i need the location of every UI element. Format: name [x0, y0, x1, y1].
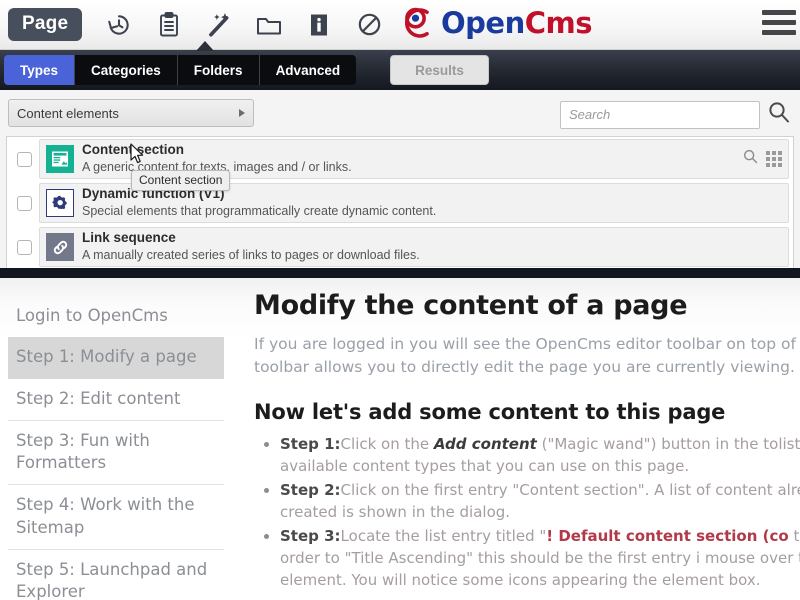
step-1-text-a: Click on the	[341, 435, 434, 453]
row-checkbox[interactable]	[17, 240, 32, 255]
intro-line-1: If you are logged in you will see the Op…	[254, 335, 796, 353]
list-item-description: A manually created series of links to pa…	[82, 247, 420, 263]
publish-toggle-icon[interactable]	[344, 3, 394, 47]
step-2-label: Step 2:	[280, 481, 341, 499]
page-content: Login to OpenCms Step 1: Modify a page S…	[0, 278, 800, 600]
list-item-title: Content section	[82, 142, 352, 159]
section-subheading: Now let's add some content to this page	[254, 400, 800, 424]
list-item-actions	[742, 148, 782, 170]
step-2-text-a: Click on the first entry "Content sectio…	[341, 481, 773, 499]
sidebar-nav: Login to OpenCms Step 1: Modify a page S…	[0, 278, 232, 600]
tab-types[interactable]: Types	[4, 55, 75, 85]
steps-list: Step 1:Click on the Add content ("Magic …	[280, 433, 800, 591]
tooltip: Content section	[131, 170, 230, 191]
list-item-title: Link sequence	[82, 230, 420, 247]
step-3-text-a: Locate the list entry titled "	[341, 527, 547, 545]
editor-toolbar: Page	[0, 0, 800, 50]
row-checkbox[interactable]	[17, 196, 32, 211]
dialog-pointer-caret	[196, 41, 214, 51]
row-checkbox-wrap	[9, 139, 39, 179]
search-icon[interactable]	[766, 99, 792, 130]
page-title: Modify the content of a page	[254, 290, 800, 321]
burger-bar-1	[762, 10, 796, 15]
content-type-list: Content section A generic content for te…	[6, 136, 794, 272]
hamburger-menu-icon[interactable]	[762, 10, 796, 40]
dialog-filter-bar: Content elements	[0, 90, 800, 136]
step-3-item: Step 3:Locate the list entry titled "! D…	[280, 525, 800, 591]
list-item-link-sequence[interactable]: Link sequence A manually created series …	[39, 227, 789, 267]
link-chain-icon	[46, 233, 74, 261]
burger-bar-3	[762, 30, 796, 35]
content-elements-select[interactable]: Content elements	[8, 99, 254, 127]
intro-line-2: toolbar allows you to directly edit the …	[254, 358, 795, 376]
opencms-logo: OpenCms	[400, 6, 592, 40]
step-3-emphasis: ! Default content section (co	[546, 527, 788, 545]
folder-icon[interactable]	[244, 3, 294, 47]
list-item[interactable]: Content section A generic content for te…	[7, 137, 793, 181]
row-checkbox-wrap	[9, 227, 39, 267]
dialog-bottom-bar	[0, 268, 800, 278]
step-3-text-e: the element box.	[633, 571, 761, 589]
step-1-item: Step 1:Click on the Add content ("Magic …	[280, 433, 800, 477]
search-area	[560, 99, 792, 130]
toolbar-icon-group	[94, 3, 394, 47]
clipboard-icon[interactable]	[144, 3, 194, 47]
list-item-text: Link sequence A manually created series …	[82, 230, 420, 263]
burger-bar-2	[762, 20, 796, 25]
step-1-text-b: ("Magic wand") button in the to	[537, 435, 779, 453]
list-item[interactable]: Dynamic function (V1) Special elements t…	[7, 181, 793, 225]
magic-wand-icon[interactable]	[194, 3, 244, 47]
logo-text-cms: Cms	[525, 6, 592, 40]
dialog-tabs: Types Categories Folders Advanced	[4, 55, 356, 85]
info-icon[interactable]	[294, 3, 344, 47]
search-preview-icon[interactable]	[742, 148, 759, 170]
step-3-label: Step 3:	[280, 527, 341, 545]
content-section-icon	[46, 145, 74, 173]
sidebar-item-step5[interactable]: Step 5: Launchpad and Explorer	[8, 550, 224, 600]
tab-categories[interactable]: Categories	[75, 55, 178, 85]
dialog-tab-bar: Types Categories Folders Advanced Result…	[0, 50, 800, 90]
page-menu-button[interactable]: Page	[8, 8, 82, 42]
step-1-emphasis: Add content	[434, 435, 537, 453]
grid-view-icon[interactable]	[766, 151, 782, 167]
history-icon[interactable]	[94, 3, 144, 47]
tab-folders[interactable]: Folders	[178, 55, 260, 85]
list-item-text: Dynamic function (V1) Special elements t…	[82, 186, 436, 219]
sidebar-item-step3[interactable]: Step 3: Fun with Formatters	[8, 421, 224, 486]
logo-text-open: Open	[441, 6, 525, 40]
step-2-item: Step 2:Click on the first entry "Content…	[280, 479, 800, 523]
list-item-description: Special elements that programmatically c…	[82, 203, 436, 219]
step-1-label: Step 1:	[280, 435, 341, 453]
sidebar-item-step2[interactable]: Step 2: Edit content	[8, 379, 224, 421]
row-checkbox-wrap	[9, 183, 39, 223]
add-content-dialog: Types Categories Folders Advanced Result…	[0, 50, 800, 278]
gear-icon	[46, 189, 74, 217]
row-checkbox[interactable]	[17, 152, 32, 167]
intro-paragraph: If you are logged in you will see the Op…	[254, 333, 800, 380]
content-elements-select-value: Content elements	[17, 106, 119, 121]
search-input[interactable]	[560, 101, 760, 129]
sidebar-item-login[interactable]: Login to OpenCms	[8, 296, 224, 337]
sidebar-item-step1[interactable]: Step 1: Modify a page	[8, 337, 224, 378]
sidebar-item-step4[interactable]: Step 4: Work with the Sitemap	[8, 485, 224, 550]
chevron-right-icon	[239, 109, 245, 117]
results-button[interactable]: Results	[390, 55, 489, 85]
tab-advanced[interactable]: Advanced	[260, 55, 357, 85]
main-article: Modify the content of a page If you are …	[232, 278, 800, 600]
list-item[interactable]: Link sequence A manually created series …	[7, 225, 793, 269]
